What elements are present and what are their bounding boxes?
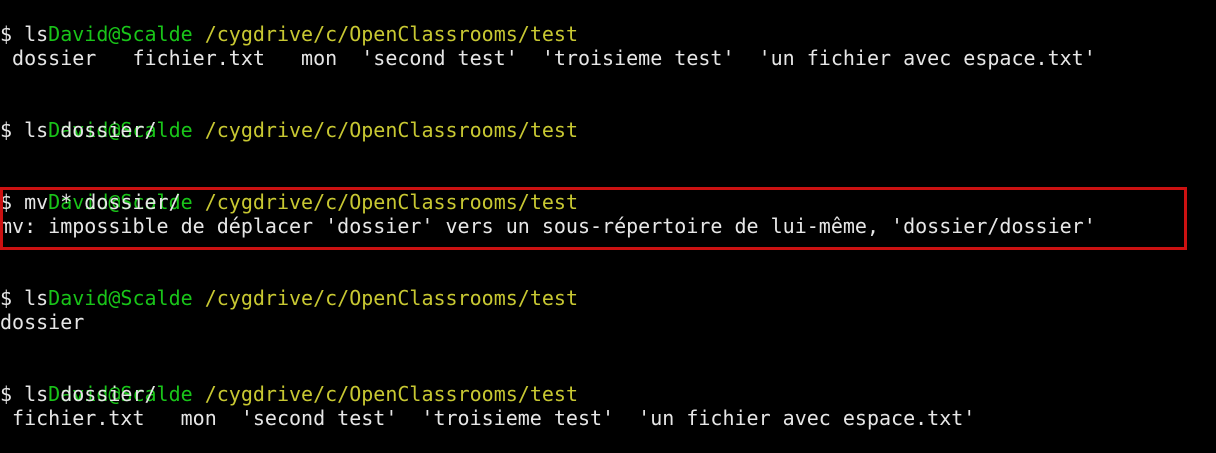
command-line: $ mv * dossier/ (0, 190, 181, 214)
prompt-path: /cygdrive/c/OpenClassrooms/test (204, 22, 578, 46)
command-line: $ ls dossier/ (0, 118, 157, 142)
command-line: $ ls (0, 22, 49, 46)
prompt-path: /cygdrive/c/OpenClassrooms/test (204, 118, 578, 142)
terminal-window[interactable]: David@Scalde /cygdrive/c/OpenClassrooms/… (0, 0, 1216, 453)
prompt-path: /cygdrive/c/OpenClassrooms/test (204, 382, 578, 406)
output-line: fichier.txt mon 'second test' 'troisieme… (0, 406, 976, 430)
output-line: dossier fichier.txt mon 'second test' 't… (0, 46, 1096, 70)
error-output-line: mv: impossible de déplacer 'dossier' ver… (0, 214, 1096, 238)
prompt-line: David@Scalde /cygdrive/c/OpenClassrooms/… (0, 0, 578, 46)
prompt-path: /cygdrive/c/OpenClassrooms/test (204, 286, 578, 310)
command-line: $ ls dossier/ (0, 382, 157, 406)
prompt-user: David@Scalde (48, 22, 193, 46)
output-line: dossier (0, 310, 85, 334)
prompt-line: David@Scalde /cygdrive/c/OpenClassrooms/… (0, 166, 578, 214)
prompt-line: David@Scalde /cygdrive/c/OpenClassrooms/… (0, 94, 578, 142)
prompt-line: David@Scalde /cygdrive/c/OpenClassrooms/… (0, 262, 578, 310)
prompt-line: David@Scalde /cygdrive/c/OpenClassrooms/… (0, 358, 578, 406)
prompt-path: /cygdrive/c/OpenClassrooms/test (204, 190, 578, 214)
prompt-user: David@Scalde (48, 286, 193, 310)
command-line: $ ls (0, 286, 49, 310)
